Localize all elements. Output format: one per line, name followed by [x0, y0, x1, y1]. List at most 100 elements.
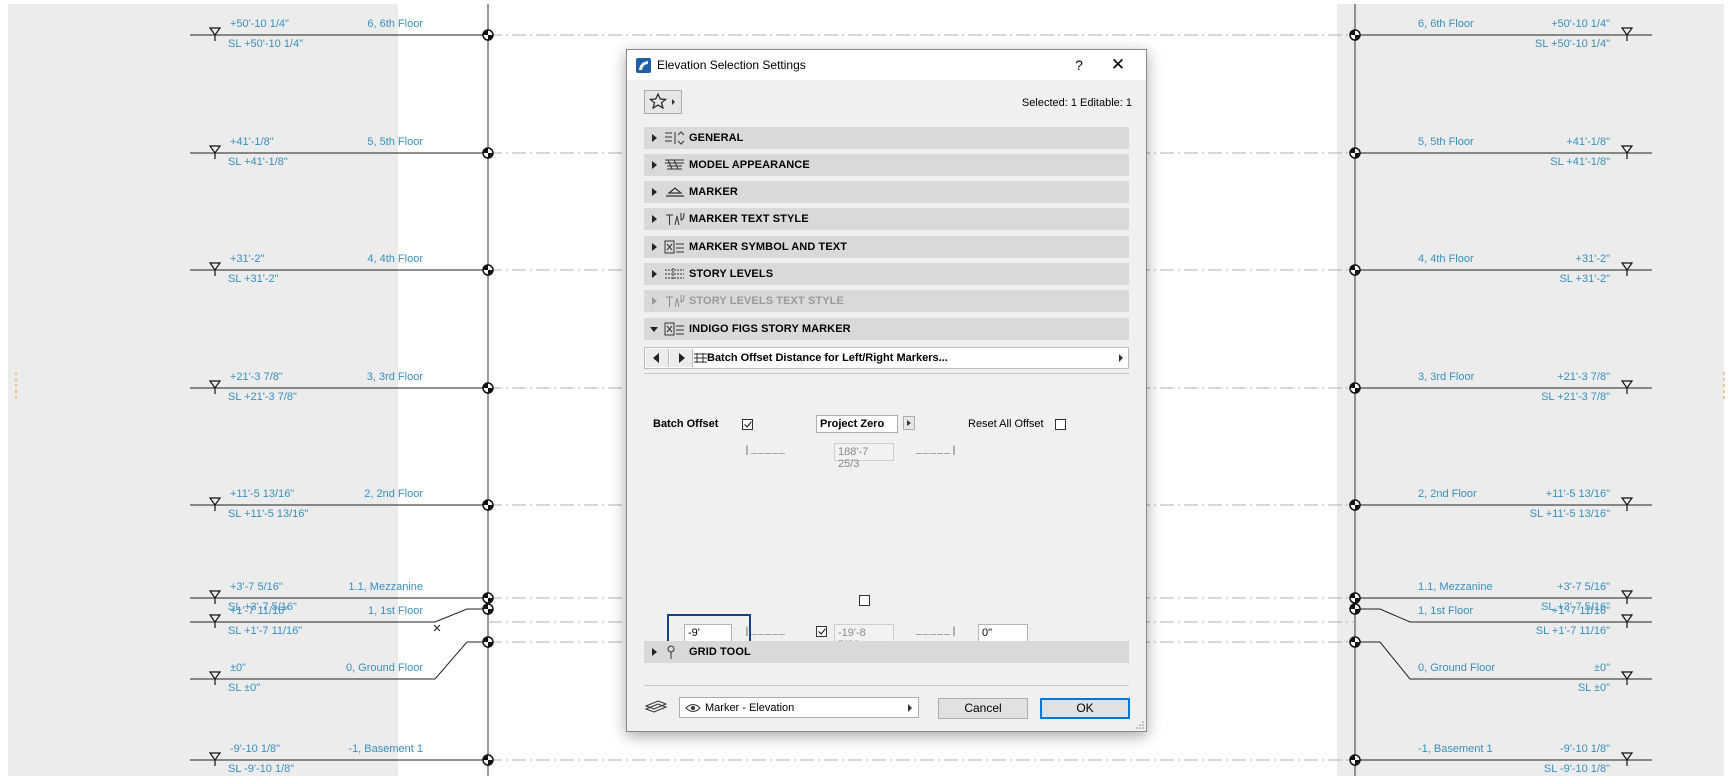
panel-marker-symbol-and-text[interactable]: MARKER SYMBOL AND TEXT [644, 236, 1129, 258]
level-elevation-right: +50'-10 1/4" [1551, 18, 1610, 30]
favorites-button[interactable] [644, 90, 682, 114]
dialog-title: Elevation Selection Settings [657, 58, 806, 72]
level-elevation-right: +21'-3 7/8" [1557, 371, 1610, 383]
elevation-selection-settings-dialog: Elevation Selection Settings ? ✕ Selecte… [626, 49, 1147, 732]
level-story-right: -1, Basement 1 [1418, 743, 1493, 755]
panel-label: GENERAL [689, 132, 744, 144]
panel-marker[interactable]: MARKER [644, 181, 1129, 203]
level-sl-right: SL +11'-5 13/16" [1529, 508, 1610, 520]
panel-label: MARKER TEXT STYLE [689, 213, 809, 225]
level-elevation-left: +1'-7 11/16" [230, 605, 289, 617]
level-story-left: 4, 4th Floor [367, 253, 423, 265]
level-story-left: -1, Basement 1 [348, 743, 423, 755]
symbol-text-icon [664, 240, 684, 254]
level-story-left: 5, 5th Floor [367, 136, 423, 148]
next-page-button[interactable] [670, 349, 693, 367]
page-title[interactable]: Batch Offset Distance for Left/Right Mar… [707, 352, 948, 364]
level-story-right: 3, 3rd Floor [1418, 371, 1475, 383]
expand-triangle-icon [652, 270, 657, 278]
right-offset-input[interactable]: 0" [978, 624, 1028, 642]
reset-all-offset-label: Reset All Offset [968, 418, 1044, 430]
panel-label: MARKER [689, 186, 738, 198]
dialog-title-bar[interactable]: Elevation Selection Settings ? ✕ [627, 50, 1146, 80]
level-elevation-right: +1'-7 11/16" [1551, 605, 1610, 617]
project-zero-arrow-button[interactable] [903, 416, 915, 430]
offset-page-icon [694, 353, 707, 363]
panel-label: MODEL APPEARANCE [689, 159, 810, 171]
level-elevation-left: +50'-10 1/4" [230, 18, 289, 30]
expand-triangle-icon [652, 648, 657, 656]
level-sl-right: SL +1'-7 11/16" [1535, 625, 1610, 637]
panel-label: STORY LEVELS TEXT STYLE [689, 295, 844, 307]
level-elevation-left: -9'-10 1/8" [230, 743, 281, 755]
level-story-left: 3, 3rd Floor [366, 371, 423, 383]
chevron-right-icon [908, 704, 912, 712]
level-sl-right: SL +31'-2" [1559, 273, 1610, 285]
level-sl-left: SL +41'-1/8" [228, 156, 288, 168]
grid-tool-icon [667, 645, 675, 659]
level-elevation-right: ±0" [1593, 662, 1610, 674]
level-story-right: 1.1, Mezzanine [1418, 581, 1493, 593]
panel-story-levels[interactable]: STORY LEVELS [644, 263, 1129, 285]
separator [644, 685, 1129, 686]
panel-label: MARKER SYMBOL AND TEXT [689, 241, 848, 253]
layers-icon [644, 700, 668, 713]
center-distance-field: -19'-8 7/32 [834, 624, 894, 651]
dimension-right-bottom: _____| [916, 627, 959, 638]
previous-page-button[interactable] [646, 349, 669, 367]
level-elevation-left: +21'-3 7/8" [230, 371, 283, 383]
level-story-right: 5, 5th Floor [1418, 136, 1474, 148]
panel-general[interactable]: GENERAL [644, 127, 1129, 149]
close-button[interactable]: ✕ [1105, 54, 1131, 76]
page-menu-arrow-icon[interactable] [1119, 354, 1123, 362]
level-story-right: 2, 2nd Floor [1418, 488, 1477, 500]
help-button[interactable]: ? [1067, 54, 1091, 76]
level-sl-right: SL +41'-1/8" [1550, 156, 1610, 168]
symbol-text-icon [664, 322, 684, 336]
reset-all-offset-checkbox[interactable] [1055, 419, 1066, 430]
level-sl-left: SL +31'-2" [228, 273, 279, 285]
project-zero-selector[interactable]: Project Zero [816, 415, 898, 433]
level-sl-left: SL +1'-7 11/16" [228, 625, 303, 637]
text-style-icon [666, 294, 685, 308]
selected-editable-count: Selected: 1 Editable: 1 [1021, 97, 1132, 109]
cancel-button[interactable]: Cancel [938, 698, 1028, 719]
level-elevation-right: +11'-5 13/16" [1545, 488, 1610, 500]
resize-grip-icon[interactable] [1136, 721, 1144, 729]
expand-triangle-icon [652, 215, 657, 223]
level-elevation-left: ±0" [230, 662, 247, 674]
dimension-left-bottom: |_____ [744, 627, 787, 638]
panel-indigo-figs-story-marker[interactable]: INDIGO FIGS STORY MARKER [644, 318, 1129, 340]
level-sl-left: SL -9'-10 1/8" [228, 763, 295, 775]
offset-lock-checkbox[interactable] [816, 626, 827, 637]
panel-label: GRID TOOL [689, 646, 751, 658]
level-sl-right: SL -9'-10 1/8" [1543, 763, 1610, 775]
top-distance-field: 188'-7 25/3 [834, 443, 894, 470]
triangle-right-icon [679, 353, 685, 363]
panel-marker-text-style[interactable]: MARKER TEXT STYLE [644, 208, 1129, 230]
panel-label: STORY LEVELS [689, 268, 774, 280]
panel-grid-tool[interactable]: GRID TOOL [644, 641, 1129, 663]
panel-model-appearance[interactable]: MODEL APPEARANCE [644, 154, 1129, 176]
expand-triangle-icon [652, 243, 657, 251]
level-sl-right: SL +21'-3 7/8" [1541, 391, 1610, 403]
level-elevation-left: +11'-5 13/16" [230, 488, 295, 500]
level-story-left: 1.1, Mezzanine [348, 581, 423, 593]
ok-button[interactable]: OK [1040, 698, 1130, 719]
favorite-selector-value: Marker - Elevation [705, 702, 795, 714]
level-story-right: 6, 6th Floor [1418, 18, 1474, 30]
level-story-left: 2, 2nd Floor [364, 488, 423, 500]
level-sl-left: SL +50'-10 1/4" [228, 38, 304, 50]
batch-offset-checkbox[interactable] [742, 419, 753, 430]
collapse-triangle-icon [650, 327, 658, 332]
favorite-selector[interactable]: Marker - Elevation [679, 697, 919, 718]
separator [644, 373, 1129, 374]
level-elevation-left: +31'-2" [230, 253, 265, 265]
left-offset-input[interactable]: -9' [684, 624, 732, 642]
custom-page-navigator: Batch Offset Distance for Left/Right Mar… [644, 347, 1129, 369]
level-story-left: 6, 6th Floor [367, 18, 423, 30]
upper-marker-checkbox[interactable] [859, 595, 870, 606]
eye-icon [685, 704, 701, 712]
archicad-app-icon [636, 58, 651, 73]
level-elevation-right: -9'-10 1/8" [1559, 743, 1610, 755]
